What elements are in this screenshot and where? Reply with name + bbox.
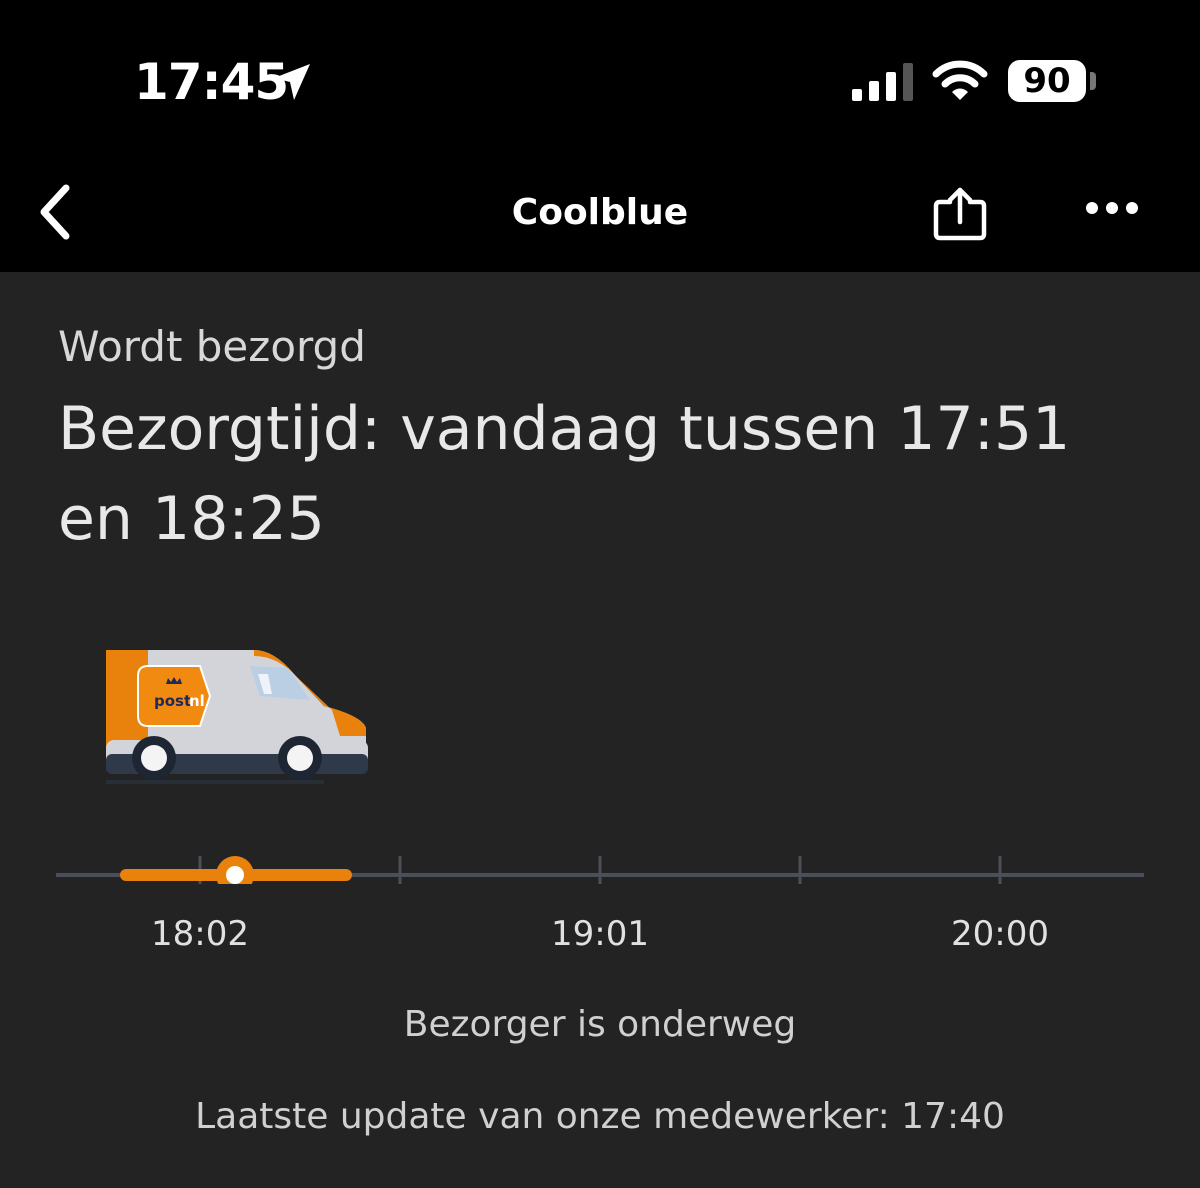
- navigation-bar: Coolblue: [0, 150, 1200, 272]
- delivery-time-heading: Bezorgtijd: vandaag tussen 17:51 en 18:2…: [58, 394, 1071, 554]
- svg-text:nl: nl: [189, 692, 205, 710]
- cellular-signal-icon: [852, 63, 913, 101]
- delivery-status-label: Wordt bezorgd: [58, 322, 366, 371]
- status-bar: 17:45 90: [0, 0, 1200, 150]
- battery-icon: 90: [1008, 60, 1086, 102]
- more-icon[interactable]: [1084, 198, 1140, 218]
- battery-cap: [1090, 72, 1096, 90]
- wifi-icon: [932, 60, 988, 100]
- delivery-tracking-panel: Wordt bezorgd Bezorgtijd: vandaag tussen…: [0, 272, 1200, 1188]
- timeline-tick-label: 20:00: [951, 914, 1049, 954]
- location-arrow-icon: [274, 64, 310, 100]
- share-icon[interactable]: [930, 186, 990, 242]
- postnl-van-icon: post nl: [106, 650, 368, 784]
- last-update-text: Laatste update van onze medewerker: 17:4…: [195, 1096, 1005, 1137]
- status-time: 17:45: [134, 53, 289, 111]
- page-title: Coolblue: [511, 192, 689, 233]
- timeline-tick-label: 18:02: [151, 914, 249, 954]
- timeline-tick-label: 19:01: [551, 914, 649, 954]
- svg-text:post: post: [154, 692, 191, 710]
- courier-status-text: Bezorger is onderweg: [403, 1004, 797, 1045]
- delivery-timeline: [56, 856, 1144, 884]
